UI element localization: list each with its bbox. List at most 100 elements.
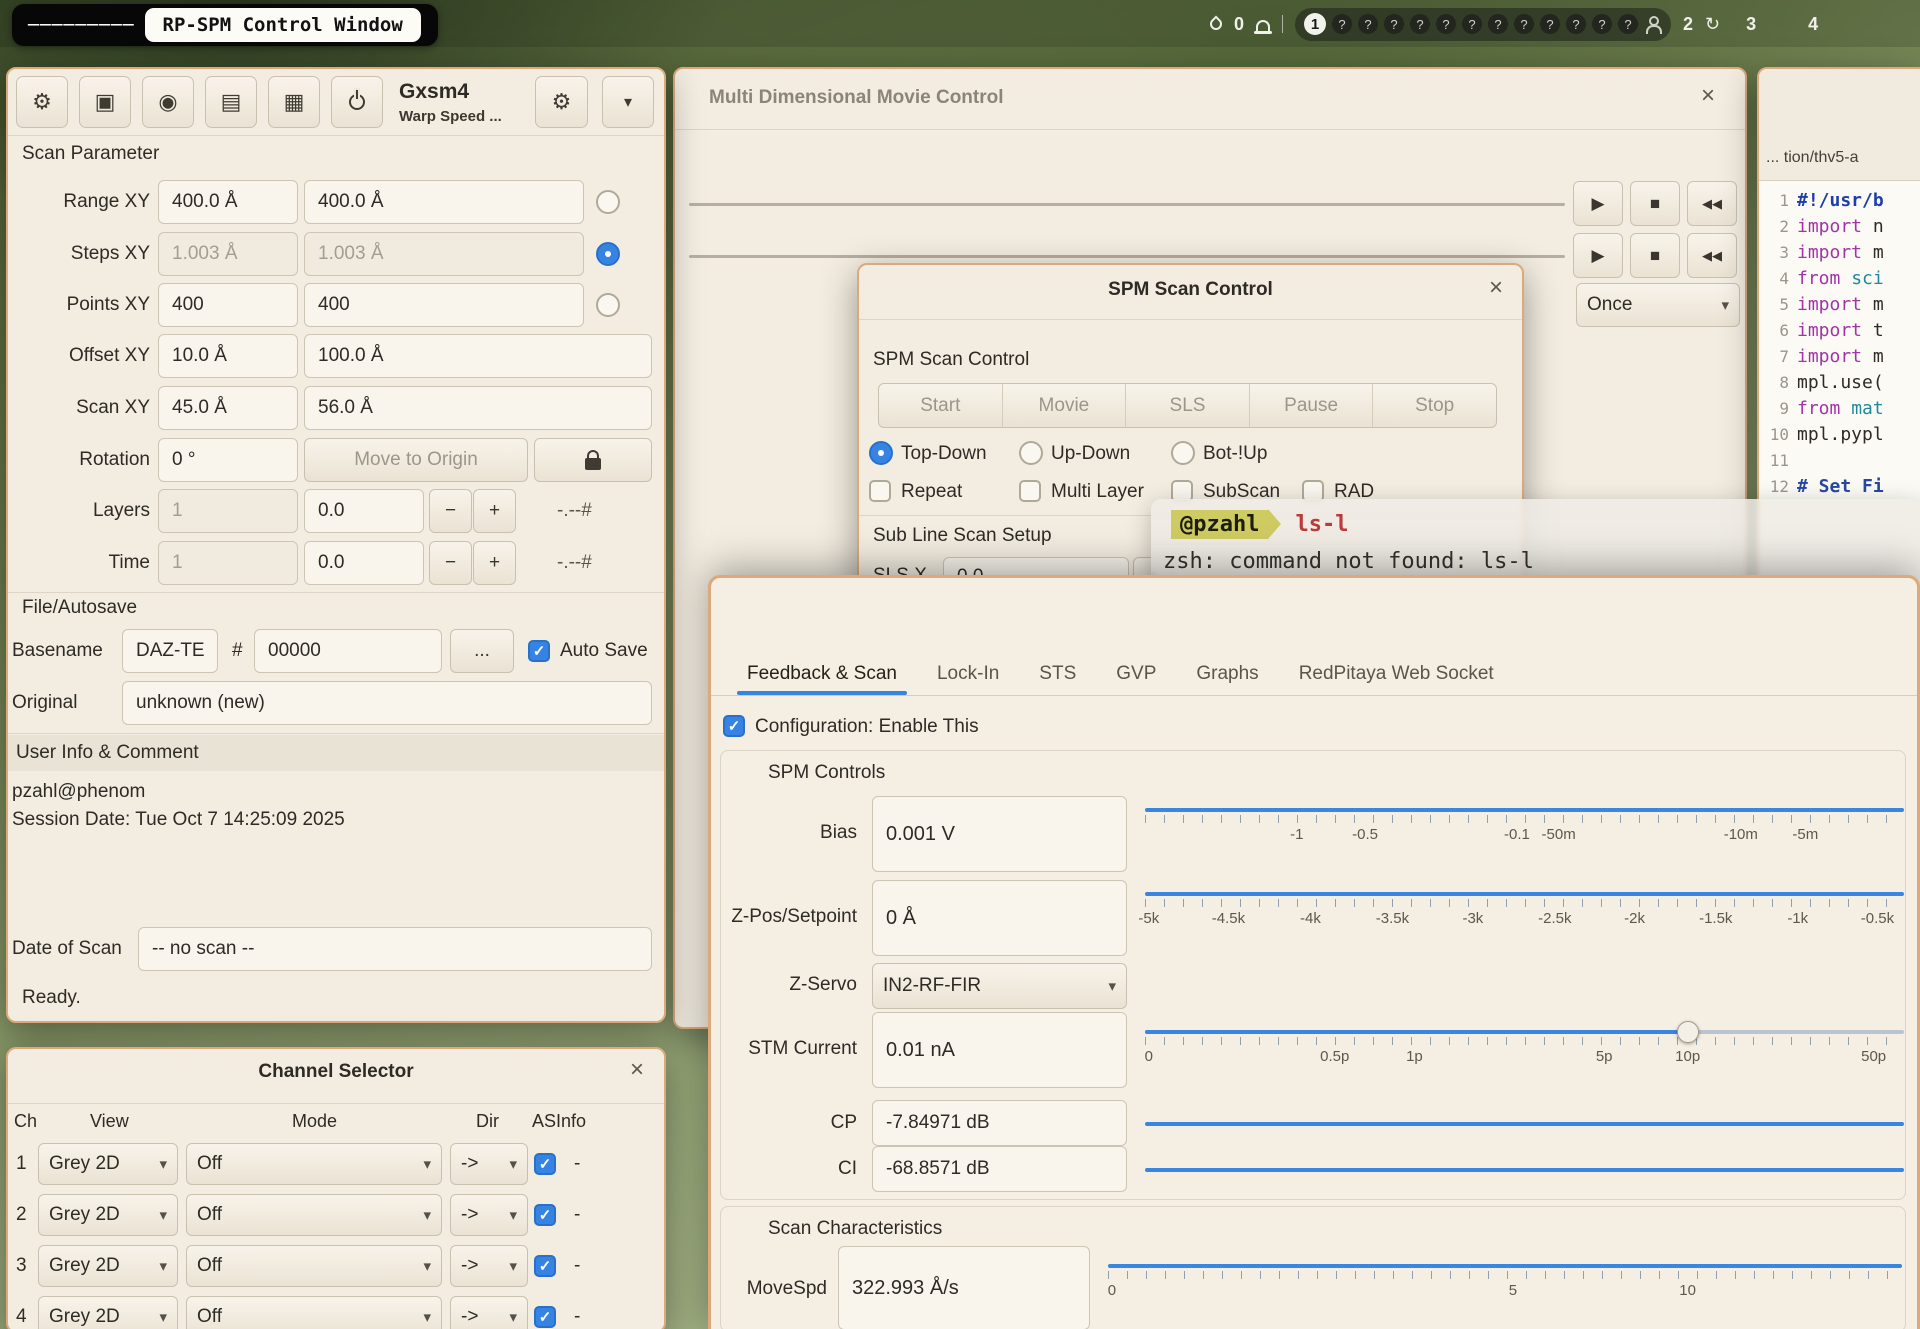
- power-button[interactable]: [331, 76, 383, 128]
- layers-value-field[interactable]: 0.0: [304, 489, 424, 533]
- slider-handle[interactable]: [1677, 1021, 1699, 1043]
- window-icon[interactable]: ?: [1566, 14, 1586, 34]
- ci-field[interactable]: -68.8571 dB: [872, 1146, 1127, 1192]
- original-field[interactable]: unknown (new): [122, 681, 652, 725]
- multi-layer-checkbox[interactable]: [1019, 480, 1041, 502]
- mode-dropdown[interactable]: Off▾: [186, 1194, 442, 1236]
- workspace-4-indicator[interactable]: 4: [1808, 14, 1818, 35]
- refresh-icon[interactable]: ↻: [1705, 14, 1720, 35]
- range-y-field[interactable]: 400.0 Å: [304, 180, 584, 224]
- window-icon[interactable]: ?: [1462, 14, 1482, 34]
- range-x-field[interactable]: 400.0 Å: [158, 180, 298, 224]
- dir-dropdown[interactable]: ->▾: [450, 1143, 528, 1185]
- radio-bot-up[interactable]: [1171, 441, 1195, 465]
- window-icon[interactable]: ?: [1540, 14, 1560, 34]
- mode-dropdown[interactable]: Off▾: [186, 1245, 442, 1287]
- layers-plus-button[interactable]: +: [473, 489, 516, 533]
- layers-minus-button[interactable]: −: [429, 489, 472, 533]
- asinfo-checkbox[interactable]: ✓: [534, 1204, 556, 1226]
- window-list-pill[interactable]: 1 ? ? ? ? ? ? ? ? ? ? ? ?: [1295, 8, 1671, 41]
- counter-field[interactable]: 00000: [254, 629, 442, 673]
- movie-slider-track-2[interactable]: [689, 255, 1565, 258]
- offset-y-field[interactable]: 100.0 Å: [304, 334, 652, 378]
- stm-current-slider[interactable]: 0 0.5p 1p 5p 10p 50p: [1145, 1022, 1904, 1074]
- bell-icon[interactable]: [1256, 20, 1270, 31]
- dir-dropdown[interactable]: ->▾: [450, 1296, 528, 1329]
- radio-top-down[interactable]: [869, 441, 893, 465]
- scan-x-field[interactable]: 45.0 Å: [158, 386, 298, 430]
- bias-field[interactable]: 0.001 V: [872, 796, 1127, 872]
- person-icon[interactable]: [1644, 16, 1662, 32]
- window-icon[interactable]: ?: [1488, 14, 1508, 34]
- date-of-scan-field[interactable]: -- no scan --: [138, 927, 652, 971]
- points-y-field[interactable]: 400: [304, 283, 584, 327]
- close-icon[interactable]: ×: [1481, 273, 1511, 303]
- once-dropdown[interactable]: Once ▾: [1576, 283, 1740, 327]
- asinfo-checkbox[interactable]: ✓: [534, 1255, 556, 1277]
- repeat-checkbox[interactable]: [869, 480, 891, 502]
- points-radio[interactable]: [596, 293, 620, 317]
- time-value-field[interactable]: 0.0: [304, 541, 424, 585]
- bias-slider[interactable]: -1 -0.5 -0.1 -50m -10m -5m: [1145, 800, 1904, 852]
- window-icon[interactable]: ?: [1618, 14, 1638, 34]
- tab-sts[interactable]: STS: [1019, 653, 1096, 695]
- dir-dropdown[interactable]: ->▾: [450, 1194, 528, 1236]
- tools-button[interactable]: ⚙: [16, 76, 68, 128]
- window-icon[interactable]: ?: [1358, 14, 1378, 34]
- more-button[interactable]: ...: [450, 629, 514, 673]
- points-x-field[interactable]: 400: [158, 283, 298, 327]
- time-field[interactable]: 1: [158, 541, 298, 585]
- workspace-3-indicator[interactable]: 3: [1746, 14, 1756, 35]
- range-radio[interactable]: [596, 190, 620, 214]
- movie-button[interactable]: Movie: [1003, 384, 1127, 427]
- zservo-dropdown[interactable]: IN2-RF-FIR ▾: [872, 963, 1127, 1009]
- asinfo-checkbox[interactable]: ✓: [534, 1153, 556, 1175]
- tab-feedback-scan[interactable]: Feedback & Scan: [727, 653, 917, 695]
- offset-x-field[interactable]: 10.0 Å: [158, 334, 298, 378]
- time-plus-button[interactable]: +: [473, 541, 516, 585]
- scan-y-field[interactable]: 56.0 Å: [304, 386, 652, 430]
- record-button[interactable]: ◉: [142, 76, 194, 128]
- movespd-field[interactable]: 322.993 Å/s: [838, 1246, 1090, 1329]
- movespd-slider[interactable]: 0 5 10: [1108, 1256, 1902, 1308]
- close-icon[interactable]: ×: [1693, 81, 1723, 111]
- rewind-button[interactable]: ◀◀: [1687, 181, 1737, 226]
- window-title-pill[interactable]: ───────── RP-SPM Control Window: [12, 4, 438, 46]
- zpos-slider[interactable]: -5k -4.5k -4k -3.5k -3k -2.5k -2k -1.5k …: [1145, 884, 1904, 936]
- rotation-field[interactable]: 0 °: [158, 438, 298, 482]
- layers-field[interactable]: 1: [158, 489, 298, 533]
- tab-gvp[interactable]: GVP: [1096, 653, 1176, 695]
- steps-radio[interactable]: [596, 242, 620, 266]
- snapshot-button[interactable]: ▣: [79, 76, 131, 128]
- editor-path[interactable]: ... tion/thv5-a: [1766, 149, 1859, 167]
- autosave-checkbox[interactable]: ✓: [528, 640, 550, 662]
- stop-button[interactable]: ■: [1630, 181, 1680, 226]
- drop-icon[interactable]: [1208, 16, 1225, 33]
- zpos-field[interactable]: 0 Å: [872, 880, 1127, 956]
- ci-slider[interactable]: [1145, 1160, 1904, 1180]
- dir-dropdown[interactable]: ->▾: [450, 1245, 528, 1287]
- view-dropdown[interactable]: Grey 2D▾: [38, 1143, 178, 1185]
- steps-y-field[interactable]: 1.003 Å: [304, 232, 584, 276]
- cp-slider[interactable]: [1145, 1114, 1904, 1134]
- workspace-1-indicator[interactable]: 1: [1304, 13, 1326, 35]
- cp-field[interactable]: -7.84971 dB: [872, 1100, 1127, 1146]
- movie-slider-track-1[interactable]: [689, 203, 1565, 206]
- window-icon[interactable]: ?: [1410, 14, 1430, 34]
- workspace-2-indicator[interactable]: 2: [1683, 14, 1693, 35]
- save-button[interactable]: ▦: [268, 76, 320, 128]
- steps-x-field[interactable]: 1.003 Å: [158, 232, 298, 276]
- tab-redpitaya-web-socket[interactable]: RedPitaya Web Socket: [1279, 653, 1514, 695]
- window-icon[interactable]: ?: [1514, 14, 1534, 34]
- copy-button[interactable]: ▤: [205, 76, 257, 128]
- menu-dropdown-button[interactable]: ▾: [602, 76, 654, 128]
- tab-lock-in[interactable]: Lock-In: [917, 653, 1019, 695]
- window-icon[interactable]: ?: [1332, 14, 1352, 34]
- radio-up-down[interactable]: [1019, 441, 1043, 465]
- settings-button[interactable]: ⚙: [535, 76, 588, 128]
- stop-button[interactable]: Stop: [1373, 384, 1496, 427]
- time-minus-button[interactable]: −: [429, 541, 472, 585]
- close-icon[interactable]: ×: [622, 1055, 652, 1085]
- lock-button[interactable]: [534, 438, 652, 482]
- view-dropdown[interactable]: Grey 2D▾: [38, 1296, 178, 1329]
